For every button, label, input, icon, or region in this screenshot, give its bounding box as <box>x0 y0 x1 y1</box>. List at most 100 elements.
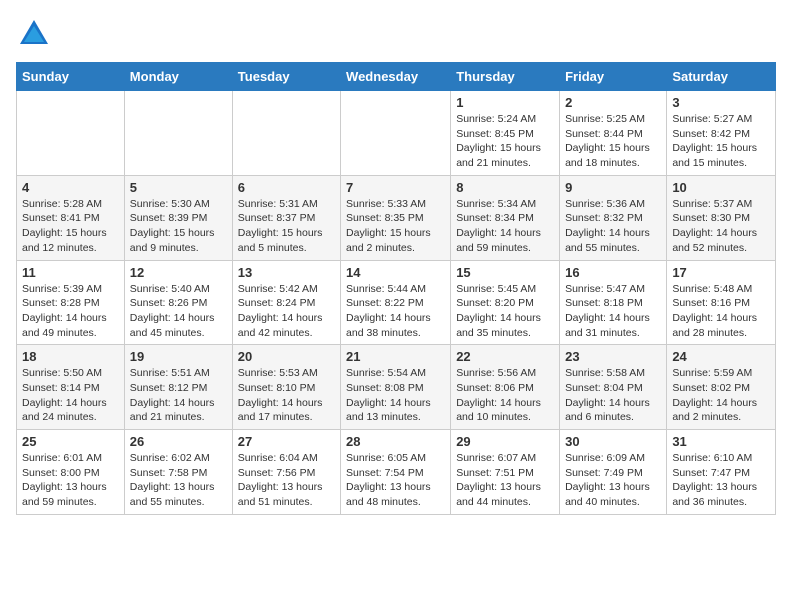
calendar-cell: 6 Sunrise: 5:31 AMSunset: 8:37 PMDaylight… <box>232 175 340 260</box>
day-info: Sunrise: 5:36 AMSunset: 8:32 PMDaylight:… <box>565 197 661 256</box>
calendar-cell: 4 Sunrise: 5:28 AMSunset: 8:41 PMDaylight… <box>17 175 125 260</box>
day-number: 28 <box>346 434 445 449</box>
day-number: 11 <box>22 265 119 280</box>
calendar-table: SundayMondayTuesdayWednesdayThursdayFrid… <box>16 62 776 515</box>
day-info: Sunrise: 5:59 AMSunset: 8:02 PMDaylight:… <box>672 366 770 425</box>
day-info: Sunrise: 6:01 AMSunset: 8:00 PMDaylight:… <box>22 451 119 510</box>
day-info: Sunrise: 5:28 AMSunset: 8:41 PMDaylight:… <box>22 197 119 256</box>
day-number: 14 <box>346 265 445 280</box>
day-number: 27 <box>238 434 335 449</box>
day-info: Sunrise: 5:48 AMSunset: 8:16 PMDaylight:… <box>672 282 770 341</box>
day-info: Sunrise: 5:56 AMSunset: 8:06 PMDaylight:… <box>456 366 554 425</box>
calendar-cell: 21Sunrise: 5:54 AMSunset: 8:08 PMDayligh… <box>341 345 451 430</box>
calendar-cell: 28 Sunrise: 6:05 AMSunset: 7:54 PMDayligh… <box>341 430 451 515</box>
calendar-cell: 24 Sunrise: 5:59 AMSunset: 8:02 PMDayligh… <box>667 345 776 430</box>
day-info: Sunrise: 5:51 AMSunset: 8:12 PMDaylight:… <box>130 366 227 425</box>
day-number: 31 <box>672 434 770 449</box>
day-info: Sunrise: 5:53 AMSunset: 8:10 PMDaylight:… <box>238 366 335 425</box>
day-number: 9 <box>565 180 661 195</box>
calendar-week-3: 11 Sunrise: 5:39 AMSunset: 8:28 PMDayligh… <box>17 260 776 345</box>
day-info: Sunrise: 5:54 AMSunset: 8:08 PMDaylight:… <box>346 366 445 425</box>
day-number: 19 <box>130 349 227 364</box>
day-info: Sunrise: 6:10 AMSunset: 7:47 PMDaylight:… <box>672 451 770 510</box>
calendar-cell: 20Sunrise: 5:53 AMSunset: 8:10 PMDayligh… <box>232 345 340 430</box>
day-number: 16 <box>565 265 661 280</box>
day-number: 30 <box>565 434 661 449</box>
calendar-cell: 26 Sunrise: 6:02 AMSunset: 7:58 PMDayligh… <box>124 430 232 515</box>
header-monday: Monday <box>124 63 232 91</box>
logo-icon <box>16 16 52 52</box>
header-friday: Friday <box>560 63 667 91</box>
day-info: Sunrise: 6:04 AMSunset: 7:56 PMDaylight:… <box>238 451 335 510</box>
calendar-week-2: 4 Sunrise: 5:28 AMSunset: 8:41 PMDaylight… <box>17 175 776 260</box>
day-info: Sunrise: 5:58 AMSunset: 8:04 PMDaylight:… <box>565 366 661 425</box>
calendar-cell <box>17 91 125 176</box>
logo <box>16 16 56 52</box>
day-number: 29 <box>456 434 554 449</box>
calendar-cell: 8 Sunrise: 5:34 AMSunset: 8:34 PMDaylight… <box>451 175 560 260</box>
day-number: 15 <box>456 265 554 280</box>
header-thursday: Thursday <box>451 63 560 91</box>
calendar-cell: 1 Sunrise: 5:24 AMSunset: 8:45 PMDaylight… <box>451 91 560 176</box>
day-number: 25 <box>22 434 119 449</box>
calendar-cell: 17 Sunrise: 5:48 AMSunset: 8:16 PMDayligh… <box>667 260 776 345</box>
page-header <box>16 16 776 52</box>
day-number: 26 <box>130 434 227 449</box>
calendar-week-5: 25 Sunrise: 6:01 AMSunset: 8:00 PMDayligh… <box>17 430 776 515</box>
day-info: Sunrise: 6:02 AMSunset: 7:58 PMDaylight:… <box>130 451 227 510</box>
day-info: Sunrise: 5:34 AMSunset: 8:34 PMDaylight:… <box>456 197 554 256</box>
calendar-cell: 2Sunrise: 5:25 AMSunset: 8:44 PMDaylight… <box>560 91 667 176</box>
day-info: Sunrise: 5:31 AMSunset: 8:37 PMDaylight:… <box>238 197 335 256</box>
day-number: 13 <box>238 265 335 280</box>
calendar-cell <box>232 91 340 176</box>
header-saturday: Saturday <box>667 63 776 91</box>
header-wednesday: Wednesday <box>341 63 451 91</box>
day-info: Sunrise: 5:44 AMSunset: 8:22 PMDaylight:… <box>346 282 445 341</box>
day-info: Sunrise: 5:40 AMSunset: 8:26 PMDaylight:… <box>130 282 227 341</box>
day-number: 12 <box>130 265 227 280</box>
day-info: Sunrise: 6:05 AMSunset: 7:54 PMDaylight:… <box>346 451 445 510</box>
day-number: 23 <box>565 349 661 364</box>
calendar-cell: 18Sunrise: 5:50 AMSunset: 8:14 PMDayligh… <box>17 345 125 430</box>
calendar-cell: 16 Sunrise: 5:47 AMSunset: 8:18 PMDayligh… <box>560 260 667 345</box>
day-info: Sunrise: 5:24 AMSunset: 8:45 PMDaylight:… <box>456 112 554 171</box>
day-info: Sunrise: 5:25 AMSunset: 8:44 PMDaylight:… <box>565 112 661 171</box>
calendar-cell: 14 Sunrise: 5:44 AMSunset: 8:22 PMDayligh… <box>341 260 451 345</box>
day-info: Sunrise: 6:09 AMSunset: 7:49 PMDaylight:… <box>565 451 661 510</box>
calendar-cell: 22 Sunrise: 5:56 AMSunset: 8:06 PMDayligh… <box>451 345 560 430</box>
day-number: 17 <box>672 265 770 280</box>
day-number: 24 <box>672 349 770 364</box>
day-info: Sunrise: 5:33 AMSunset: 8:35 PMDaylight:… <box>346 197 445 256</box>
day-number: 4 <box>22 180 119 195</box>
day-number: 8 <box>456 180 554 195</box>
day-number: 3 <box>672 95 770 110</box>
calendar-cell: 7 Sunrise: 5:33 AMSunset: 8:35 PMDaylight… <box>341 175 451 260</box>
calendar-cell: 27 Sunrise: 6:04 AMSunset: 7:56 PMDayligh… <box>232 430 340 515</box>
header-sunday: Sunday <box>17 63 125 91</box>
calendar-cell: 3 Sunrise: 5:27 AMSunset: 8:42 PMDaylight… <box>667 91 776 176</box>
day-number: 7 <box>346 180 445 195</box>
day-info: Sunrise: 5:50 AMSunset: 8:14 PMDaylight:… <box>22 366 119 425</box>
calendar-cell: 15Sunrise: 5:45 AMSunset: 8:20 PMDayligh… <box>451 260 560 345</box>
calendar-cell: 13Sunrise: 5:42 AMSunset: 8:24 PMDayligh… <box>232 260 340 345</box>
day-info: Sunrise: 5:47 AMSunset: 8:18 PMDaylight:… <box>565 282 661 341</box>
calendar-cell: 31 Sunrise: 6:10 AMSunset: 7:47 PMDayligh… <box>667 430 776 515</box>
day-number: 6 <box>238 180 335 195</box>
day-info: Sunrise: 6:07 AMSunset: 7:51 PMDaylight:… <box>456 451 554 510</box>
calendar-cell: 5Sunrise: 5:30 AMSunset: 8:39 PMDaylight… <box>124 175 232 260</box>
day-info: Sunrise: 5:39 AMSunset: 8:28 PMDaylight:… <box>22 282 119 341</box>
calendar-cell: 12 Sunrise: 5:40 AMSunset: 8:26 PMDayligh… <box>124 260 232 345</box>
day-info: Sunrise: 5:27 AMSunset: 8:42 PMDaylight:… <box>672 112 770 171</box>
calendar-cell: 19 Sunrise: 5:51 AMSunset: 8:12 PMDayligh… <box>124 345 232 430</box>
day-number: 22 <box>456 349 554 364</box>
calendar-week-1: 1 Sunrise: 5:24 AMSunset: 8:45 PMDaylight… <box>17 91 776 176</box>
day-number: 5 <box>130 180 227 195</box>
header-tuesday: Tuesday <box>232 63 340 91</box>
calendar-cell: 11 Sunrise: 5:39 AMSunset: 8:28 PMDayligh… <box>17 260 125 345</box>
day-number: 1 <box>456 95 554 110</box>
calendar-header-row: SundayMondayTuesdayWednesdayThursdayFrid… <box>17 63 776 91</box>
calendar-week-4: 18Sunrise: 5:50 AMSunset: 8:14 PMDayligh… <box>17 345 776 430</box>
calendar-cell <box>124 91 232 176</box>
calendar-cell: 10Sunrise: 5:37 AMSunset: 8:30 PMDayligh… <box>667 175 776 260</box>
calendar-cell: 23 Sunrise: 5:58 AMSunset: 8:04 PMDayligh… <box>560 345 667 430</box>
